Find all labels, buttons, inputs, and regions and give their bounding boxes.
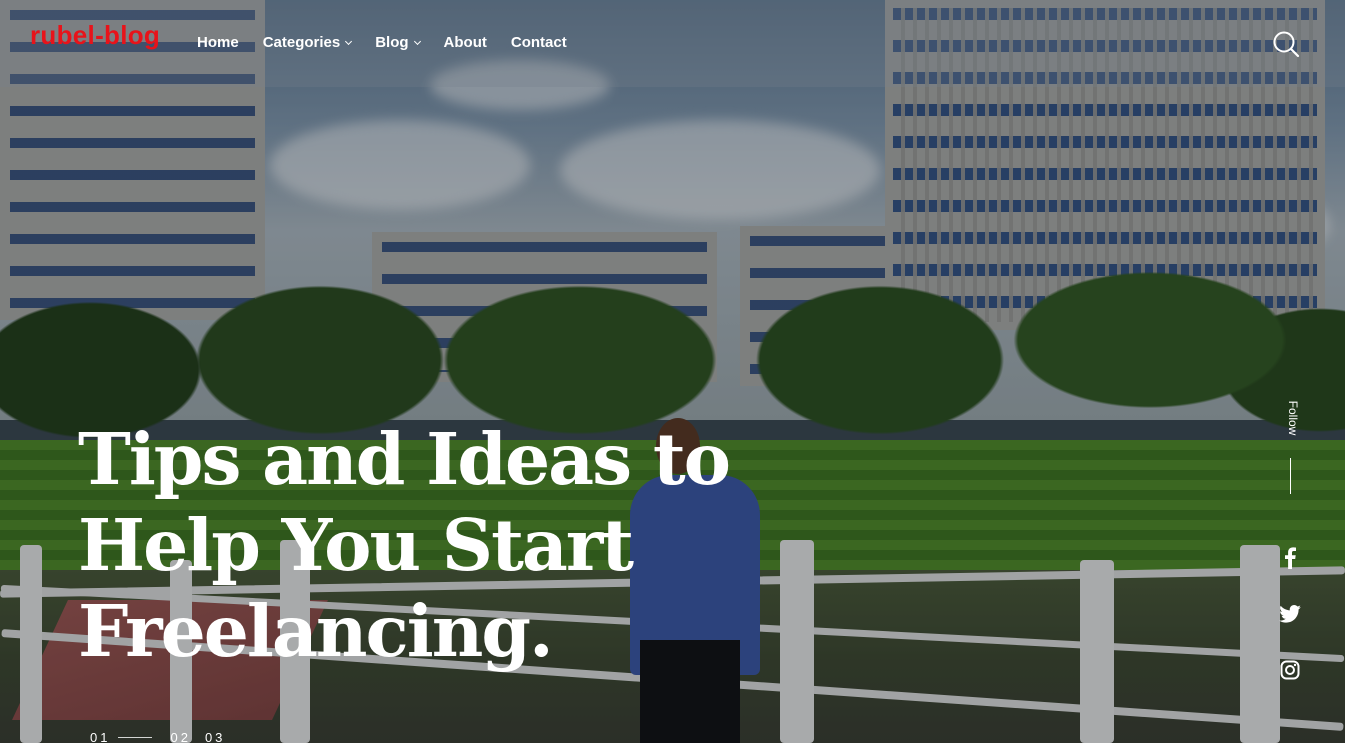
- hero-headline-line: Tips and Ideas to: [78, 417, 731, 501]
- hero-headline-line: Help You Start: [78, 503, 634, 587]
- site-header: rubel-blog Home Categories Blog About Co…: [0, 0, 1345, 87]
- chevron-down-icon: [345, 37, 353, 45]
- slide-number-active[interactable]: 01: [90, 730, 110, 743]
- nav-item-label: Categories: [262, 34, 341, 51]
- slide-number[interactable]: 03: [205, 730, 225, 743]
- instagram-icon[interactable]: [1279, 659, 1301, 681]
- nav-item-blog[interactable]: Blog: [375, 34, 421, 51]
- nav-item-categories[interactable]: Categories: [262, 34, 353, 51]
- active-slide-line: [118, 737, 153, 738]
- nav-item-label: Contact: [510, 34, 567, 51]
- slide-number[interactable]: 02: [170, 730, 190, 743]
- hero-headline-line: Freelancing.: [78, 589, 554, 673]
- chevron-down-icon: [413, 37, 421, 45]
- nav-item-contact[interactable]: Contact: [511, 34, 567, 51]
- main-nav: Home Categories Blog About Contact: [197, 34, 567, 51]
- slider-pagination: 01 02 03: [90, 730, 239, 743]
- search-icon[interactable]: [1272, 30, 1300, 58]
- nav-item-about[interactable]: About: [444, 34, 487, 51]
- nav-item-label: About: [443, 34, 487, 51]
- nav-item-label: Home: [197, 34, 239, 51]
- nav-item-label: Blog: [375, 34, 409, 51]
- follow-divider: [1290, 458, 1291, 494]
- site-logo[interactable]: rubel-blog: [30, 20, 160, 51]
- follow-label: Follow: [1286, 400, 1300, 436]
- facebook-icon[interactable]: [1279, 547, 1301, 569]
- hero-headline: Tips and Ideas to Help You Start Freelan…: [78, 416, 731, 674]
- twitter-icon[interactable]: [1279, 603, 1301, 625]
- nav-item-home[interactable]: Home: [197, 34, 239, 51]
